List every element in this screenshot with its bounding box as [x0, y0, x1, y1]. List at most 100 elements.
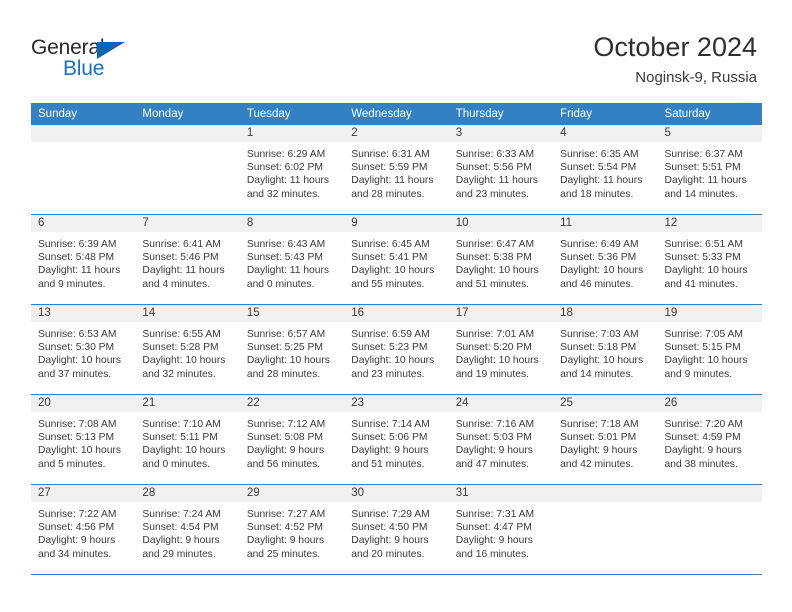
sunrise-time: Sunrise: 6:45 AM: [351, 239, 430, 250]
daylight-duration-line1: Daylight: 11 hours: [142, 265, 225, 277]
calendar-day-cell[interactable]: 12 Sunrise: 6:51 AM Sunset: 5:33 PM Dayligh…: [657, 214, 762, 305]
sunset-time: Sunset: 4:56 PM: [38, 522, 115, 534]
calendar-day-cell[interactable]: 27 Sunrise: 7:22 AM Sunset: 4:56 PM Dayligh…: [31, 484, 136, 575]
daylight-duration-line1: Daylight: 10 hours: [664, 265, 748, 277]
calendar-day-cell[interactable]: 22 Sunrise: 7:12 AM Sunset: 5:08 PM Dayligh…: [239, 394, 345, 485]
calendar-day-cell[interactable]: 15 Sunrise: 6:57 AM Sunset: 5:25 PM Dayligh…: [239, 304, 345, 395]
calendar-day-cell[interactable]: 31 Sunrise: 7:31 AM Sunset: 4:47 PM Dayligh…: [448, 484, 554, 575]
day-number: 13: [31, 305, 136, 322]
calendar-day-cell[interactable]: 9 Sunrise: 6:45 AM Sunset: 5:41 PM Daylight…: [344, 214, 449, 305]
sunset-time: Sunset: 5:01 PM: [560, 432, 637, 444]
calendar-day-cell[interactable]: 14 Sunrise: 6:55 AM Sunset: 5:28 PM Dayligh…: [135, 304, 240, 395]
weekday-header-friday: Friday: [553, 103, 658, 125]
daylight-duration-line2: and 23 minutes.: [351, 368, 425, 380]
daylight-duration-line2: and 47 minutes.: [455, 458, 529, 470]
weekday-header-label: Monday: [142, 108, 184, 120]
sunset-time: Sunset: 5:41 PM: [351, 252, 428, 264]
calendar-day-cell[interactable]: 20 Sunrise: 7:08 AM Sunset: 5:13 PM Dayligh…: [31, 394, 136, 485]
calendar-day-cell[interactable]: 23 Sunrise: 7:14 AM Sunset: 5:06 PM Dayligh…: [344, 394, 449, 485]
sunrise-time: Sunrise: 6:31 AM: [351, 149, 430, 160]
calendar-day-cell[interactable]: 6 Sunrise: 6:39 AM Sunset: 5:48 PM Daylight…: [31, 214, 136, 305]
day-details: Sunrise: 6:35 AM Sunset: 5:54 PM Daylight:…: [553, 142, 657, 201]
calendar-day-cell[interactable]: 16 Sunrise: 6:59 AM Sunset: 5:23 PM Dayligh…: [344, 304, 449, 395]
daylight-duration-line1: Daylight: 9 hours: [455, 445, 533, 457]
day-details: Sunrise: 6:55 AM Sunset: 5:28 PM Daylight:…: [135, 322, 239, 381]
calendar-day-cell[interactable]: 10 Sunrise: 6:47 AM Sunset: 5:38 PM Dayligh…: [448, 214, 554, 305]
day-number: 1: [239, 125, 345, 142]
daylight-duration-line2: and 9 minutes.: [664, 368, 733, 380]
calendar-day-cell-empty: [553, 484, 658, 575]
day-number: 12: [657, 215, 762, 232]
daylight-duration-line2: and 28 minutes.: [246, 368, 321, 380]
day-details: Sunrise: 6:45 AM Sunset: 5:41 PM Daylight:…: [344, 232, 448, 291]
weekday-header-monday: Monday: [135, 103, 240, 125]
calendar-day-cell[interactable]: 2 Sunrise: 6:31 AM Sunset: 5:59 PM Daylight…: [344, 125, 449, 215]
day-number: [553, 485, 658, 502]
daylight-duration-line1: Daylight: 9 hours: [560, 445, 638, 457]
calendar-day-cell[interactable]: 21 Sunrise: 7:10 AM Sunset: 5:11 PM Dayligh…: [135, 394, 240, 485]
sunset-time: Sunset: 5:38 PM: [455, 252, 532, 264]
calendar-day-cell-empty: [657, 484, 762, 575]
sunrise-time: Sunrise: 7:12 AM: [246, 419, 326, 430]
general-blue-logo[interactable]: General Blue: [31, 36, 181, 86]
calendar-day-cell[interactable]: 19 Sunrise: 7:05 AM Sunset: 5:15 PM Dayligh…: [657, 304, 762, 395]
calendar-day-cell[interactable]: 18 Sunrise: 7:03 AM Sunset: 5:18 PM Dayligh…: [553, 304, 658, 395]
sunset-time: Sunset: 4:52 PM: [246, 522, 323, 534]
daylight-duration-line1: Daylight: 9 hours: [664, 445, 742, 457]
day-number: 26: [657, 395, 762, 412]
day-details: Sunrise: 7:22 AM Sunset: 4:56 PM Daylight:…: [31, 502, 135, 561]
calendar-day-cell[interactable]: 7 Sunrise: 6:41 AM Sunset: 5:46 PM Daylight…: [135, 214, 240, 305]
daylight-duration-line1: Daylight: 9 hours: [246, 535, 325, 547]
calendar-day-cell[interactable]: 8 Sunrise: 6:43 AM Sunset: 5:43 PM Daylight…: [239, 214, 345, 305]
day-details: [658, 502, 762, 508]
daylight-duration-line1: Daylight: 11 hours: [38, 265, 121, 277]
day-number: 27: [31, 485, 136, 502]
sunrise-time: Sunrise: 7:08 AM: [38, 419, 117, 430]
calendar-week-row: 27 Sunrise: 7:22 AM Sunset: 4:56 PM Dayligh…: [31, 484, 762, 575]
daylight-duration-line2: and 46 minutes.: [560, 278, 634, 290]
calendar-day-cell[interactable]: 1 Sunrise: 6:29 AM Sunset: 6:02 PM Daylight…: [239, 125, 345, 215]
calendar-day-cell[interactable]: 11 Sunrise: 6:49 AM Sunset: 5:36 PM Dayligh…: [553, 214, 658, 305]
calendar-day-cell[interactable]: 3 Sunrise: 6:33 AM Sunset: 5:56 PM Daylight…: [448, 125, 554, 215]
day-details: Sunrise: 6:47 AM Sunset: 5:38 PM Daylight:…: [449, 232, 553, 291]
calendar-day-cell[interactable]: 17 Sunrise: 7:01 AM Sunset: 5:20 PM Dayligh…: [448, 304, 554, 395]
daylight-duration-line1: Daylight: 11 hours: [351, 175, 434, 187]
calendar-day-cell[interactable]: 13 Sunrise: 6:53 AM Sunset: 5:30 PM Dayligh…: [31, 304, 136, 395]
daylight-duration-line2: and 14 minutes.: [664, 188, 738, 200]
sunrise-time: Sunrise: 7:05 AM: [664, 329, 743, 340]
daylight-duration-line2: and 0 minutes.: [246, 278, 315, 290]
daylight-duration-line1: Daylight: 11 hours: [560, 175, 643, 187]
day-number: 16: [344, 305, 449, 322]
weekday-header-sunday: Sunday: [31, 103, 136, 125]
day-details: [31, 142, 135, 148]
sunset-time: Sunset: 4:47 PM: [455, 522, 532, 534]
sunrise-time: Sunrise: 7:29 AM: [351, 509, 430, 520]
weekday-header-thursday: Thursday: [448, 103, 554, 125]
calendar-day-cell[interactable]: 25 Sunrise: 7:18 AM Sunset: 5:01 PM Dayligh…: [553, 394, 658, 485]
calendar-day-cell[interactable]: 4 Sunrise: 6:35 AM Sunset: 5:54 PM Daylight…: [553, 125, 658, 215]
sunrise-time: Sunrise: 7:10 AM: [142, 419, 221, 430]
daylight-duration-line2: and 32 minutes.: [246, 188, 321, 200]
daylight-duration-line1: Daylight: 10 hours: [142, 445, 226, 457]
calendar-day-cell[interactable]: 5 Sunrise: 6:37 AM Sunset: 5:51 PM Daylight…: [657, 125, 762, 215]
weekday-header-row: Sunday Monday Tuesday Wednesday Thursday Frid…: [31, 103, 762, 125]
daylight-duration-line2: and 37 minutes.: [38, 368, 112, 380]
sunrise-time: Sunrise: 6:53 AM: [38, 329, 117, 340]
calendar-day-cell[interactable]: 29 Sunrise: 7:27 AM Sunset: 4:52 PM Dayligh…: [239, 484, 345, 575]
day-number: 4: [553, 125, 658, 142]
calendar-day-cell[interactable]: 24 Sunrise: 7:16 AM Sunset: 5:03 PM Dayligh…: [448, 394, 554, 485]
calendar-day-cell[interactable]: 26 Sunrise: 7:20 AM Sunset: 4:59 PM Dayligh…: [657, 394, 762, 485]
calendar-day-cell[interactable]: 28 Sunrise: 7:24 AM Sunset: 4:54 PM Dayligh…: [135, 484, 240, 575]
day-details: Sunrise: 7:18 AM Sunset: 5:01 PM Daylight:…: [553, 412, 657, 471]
day-number: 15: [239, 305, 345, 322]
sunset-time: Sunset: 5:11 PM: [142, 432, 218, 444]
daylight-duration-line2: and 32 minutes.: [142, 368, 216, 380]
weekday-header-tuesday: Tuesday: [239, 103, 345, 125]
calendar-day-cell[interactable]: 30 Sunrise: 7:29 AM Sunset: 4:50 PM Dayligh…: [344, 484, 449, 575]
day-details: Sunrise: 6:41 AM Sunset: 5:46 PM Daylight:…: [135, 232, 239, 291]
daylight-duration-line1: Daylight: 9 hours: [142, 535, 220, 547]
title-block: October 2024 Noginsk-9, Russia: [593, 31, 757, 87]
day-details: Sunrise: 7:03 AM Sunset: 5:18 PM Daylight:…: [553, 322, 657, 381]
sunrise-time: Sunrise: 6:35 AM: [560, 149, 639, 160]
day-number: 21: [135, 395, 240, 412]
